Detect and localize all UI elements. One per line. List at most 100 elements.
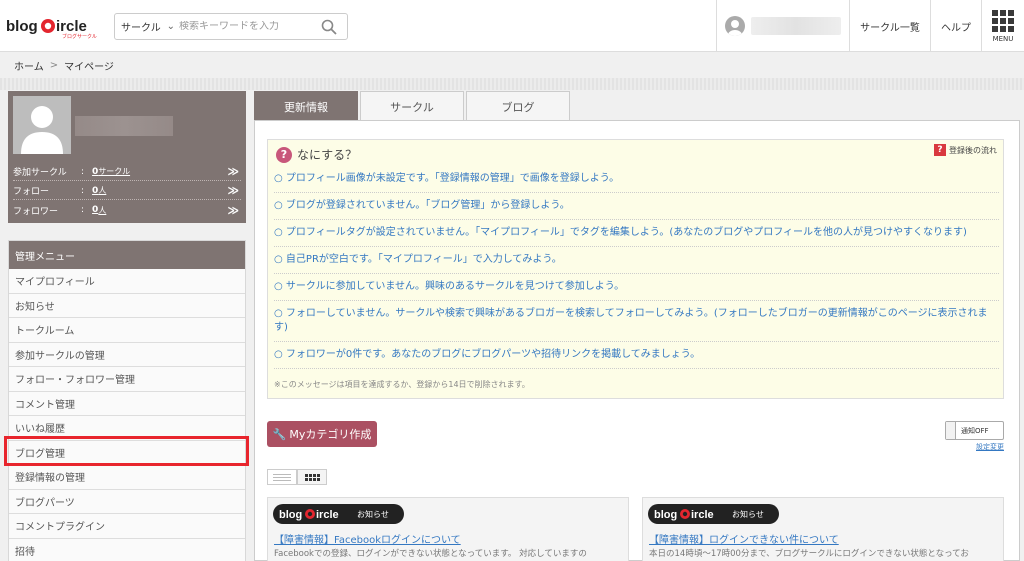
stat-label: フォロワー [13, 206, 59, 217]
menu-item-registration-info[interactable]: 登録情報の管理 [9, 465, 245, 490]
menu-item-follow-management[interactable]: フォロー・フォロワー管理 [9, 367, 245, 392]
svg-text:blog: blog [6, 18, 38, 35]
notification-toggle[interactable]: 通知OFF [945, 421, 1004, 440]
management-menu: 管理メニュー マイプロフィール お知らせ トークルーム 参加サークルの管理 フォ… [8, 240, 246, 561]
profile-card: 参加サークル : 0 サークル ≫ フォロー : 0人 ≫ フォロワー : 0人 … [8, 91, 246, 223]
task-text: ブログが登録されていません。「ブログ管理」から登録しよう。 [285, 200, 570, 211]
task-text: フォロワーが0件です。あなたのブログにブログパーツや招待リンクを掲載してみましょ… [285, 349, 701, 360]
grid-menu-icon [992, 9, 1014, 32]
breadcrumb: ホーム > マイページ [0, 52, 1024, 78]
list-item[interactable]: ○ プロフィールタグが設定されていません。「マイプロフィール」でタグを編集しよう… [274, 220, 999, 247]
news-badge: blog ircle お知らせ [273, 504, 404, 524]
stat-label: フォロー [13, 187, 50, 197]
news-body: 本日の14時頃～17時00分まで、ブログサークルにログインできない状態となってお [649, 549, 969, 559]
notification-toggle-label: 通知OFF [961, 426, 989, 435]
wrench-icon: 🔧 [272, 427, 287, 441]
stat-unit: 人 [98, 205, 107, 215]
registration-flow-link[interactable]: ? 登録後の流れ [934, 144, 997, 156]
svg-text:ircle: ircle [316, 509, 339, 521]
help-link[interactable]: ヘルプ [930, 0, 981, 52]
news-badge: blog ircle お知らせ [648, 504, 779, 524]
bullet-icon: ○ [274, 349, 283, 360]
news-tag: お知らせ [732, 509, 764, 519]
svg-text:ircle: ircle [691, 509, 714, 521]
chevron-down-icon: ⌄ [166, 21, 175, 32]
what-to-do-title: ? なにする？ [276, 146, 357, 163]
view-toggle [267, 469, 327, 485]
task-text: フォローしていません。サークルや検索で興味があるブロガーを検索してフォローしてみ… [274, 308, 988, 333]
tab-circles[interactable]: サークル [360, 91, 464, 121]
list-view-button[interactable] [267, 469, 297, 485]
toggle-knob [946, 422, 956, 439]
what-to-do-box: ? なにする？ ? 登録後の流れ ○ プロフィール画像が未設定です。「登録情報の… [267, 139, 1004, 399]
header-user-account[interactable] [716, 0, 849, 52]
create-my-category-label: Myカテゴリ作成 [289, 428, 372, 441]
profile-stat-followers[interactable]: フォロワー : 0人 ≫ [13, 201, 241, 219]
menu-item-my-profile[interactable]: マイプロフィール [9, 269, 245, 294]
search-category-label: サークル [121, 23, 161, 34]
profile-stat-follow[interactable]: フォロー : 0人 ≫ [13, 182, 241, 200]
bullet-icon: ○ [274, 254, 283, 265]
svg-text:ircle: ircle [56, 18, 87, 35]
task-text: プロフィールタグが設定されていません。「マイプロフィール」でタグを編集しよう。(… [285, 227, 967, 238]
blogcircle-logo[interactable]: blog ircle ブログサークル [6, 13, 98, 40]
menu-title: 管理メニュー [9, 241, 245, 269]
list-item[interactable]: ○ ブログが登録されていません。「ブログ管理」から登録しよう。 [274, 193, 999, 220]
search-category-select[interactable]: サークル ⌄ [115, 19, 179, 34]
bullet-icon: ○ [274, 308, 283, 319]
menu-item-comment-management[interactable]: コメント管理 [9, 391, 245, 416]
task-text: 自己PRが空白です。「マイプロフィール」で入力してみよう。 [285, 254, 562, 265]
profile-image[interactable] [13, 96, 71, 154]
question-icon: ? [276, 146, 292, 163]
question-square-icon: ? [934, 144, 946, 156]
decorative-stripe [0, 78, 1024, 90]
breadcrumb-home[interactable]: ホーム [14, 58, 44, 73]
bullet-icon: ○ [274, 173, 283, 184]
menu-item-invite[interactable]: 招待 [9, 538, 245, 561]
circle-list-link[interactable]: サークル一覧 [849, 0, 930, 52]
breadcrumb-separator: > [49, 59, 59, 71]
news-title-link[interactable]: 【障害情報】ログインできない件について [649, 531, 839, 546]
blogcircle-logo: blog ircle [279, 509, 339, 521]
menu-item-notices[interactable]: お知らせ [9, 293, 245, 318]
news-card[interactable]: blog ircle お知らせ 【障害情報】ログインできない件について 本日の1… [642, 497, 1004, 561]
menu-item-comment-plugin[interactable]: コメントプラグイン [9, 514, 245, 539]
menu-item-blog-parts[interactable]: ブログパーツ [9, 489, 245, 514]
bullet-icon: ○ [274, 227, 283, 238]
menu-item-circle-management[interactable]: 参加サークルの管理 [9, 342, 245, 367]
list-item[interactable]: ○ フォローしていません。サークルや検索で興味があるブロガーを検索してフォローし… [274, 301, 999, 342]
menu-label: MENU [992, 34, 1014, 43]
bullet-icon: ○ [274, 200, 283, 211]
stat-colon: : [81, 166, 85, 177]
registration-flow-label: 登録後の流れ [949, 145, 997, 155]
stat-label: 参加サークル [13, 168, 67, 178]
tab-updates[interactable]: 更新情報 [254, 91, 358, 121]
news-card[interactable]: blog ircle お知らせ 【障害情報】Facebookログインについて F… [267, 497, 629, 561]
main-tabs: 更新情報 サークル ブログ [254, 91, 572, 121]
profile-name-redacted [75, 116, 173, 136]
notification-settings-link[interactable]: 設定変更 [976, 442, 1004, 452]
what-to-do-list: ○ プロフィール画像が未設定です。「登録情報の管理」で画像を登録しよう。 ○ ブ… [274, 166, 999, 369]
svg-text:blog: blog [654, 509, 677, 521]
task-text: サークルに参加していません。興味のあるサークルを見つけて参加しよう。 [285, 281, 625, 292]
svg-text:blog: blog [279, 509, 302, 521]
news-title-link[interactable]: 【障害情報】Facebookログインについて [274, 531, 461, 546]
stat-unit: 人 [98, 186, 107, 195]
news-body: Facebookでの登録、ログインができない状態となっています。 対応しています… [274, 549, 587, 559]
double-chevron-right-icon: ≫ [227, 203, 239, 217]
list-item[interactable]: ○ 自己PRが空白です。「マイプロフィール」で入力してみよう。 [274, 247, 999, 274]
search-input[interactable] [179, 21, 317, 32]
create-my-category-button[interactable]: 🔧 Myカテゴリ作成 [267, 421, 377, 447]
list-item[interactable]: ○ プロフィール画像が未設定です。「登録情報の管理」で画像を登録しよう。 [274, 166, 999, 193]
task-text: プロフィール画像が未設定です。「登録情報の管理」で画像を登録しよう。 [285, 173, 620, 184]
menu-item-talk-room[interactable]: トークルーム [9, 318, 245, 343]
list-item[interactable]: ○ フォロワーが0件です。あなたのブログにブログパーツや招待リンクを掲載してみま… [274, 342, 999, 369]
search-box: サークル ⌄ [114, 13, 348, 40]
profile-stat-circles[interactable]: 参加サークル : 0 サークル ≫ [13, 163, 241, 181]
tab-blog[interactable]: ブログ [466, 91, 570, 121]
search-icon[interactable] [321, 19, 337, 35]
list-item[interactable]: ○ サークルに参加していません。興味のあるサークルを見つけて参加しよう。 [274, 274, 999, 301]
menu-button[interactable]: MENU [981, 0, 1024, 52]
svg-text:ブログサークル: ブログサークル [62, 33, 97, 39]
grid-view-button[interactable] [297, 469, 327, 485]
